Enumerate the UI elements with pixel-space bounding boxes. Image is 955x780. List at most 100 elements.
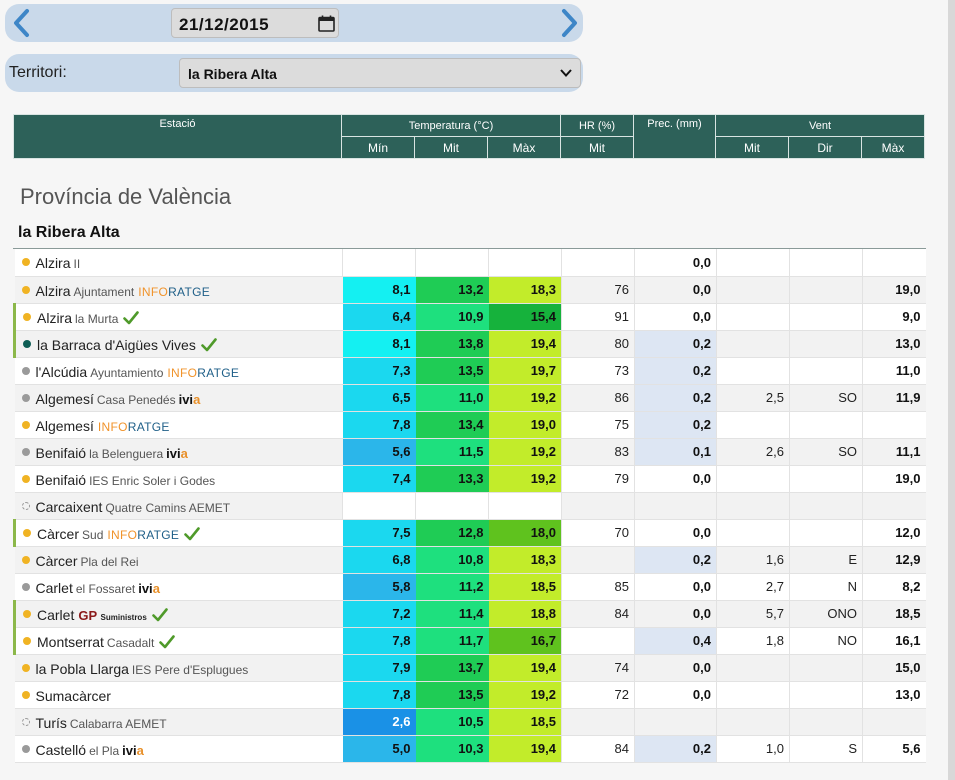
station-cell[interactable]: Carlet el Fossaret ivia xyxy=(14,573,343,601)
temp-mit-cell: 11,5 xyxy=(415,438,489,466)
table-row[interactable]: Sumacàrcer 7,8 13,5 19,2 72 0,0 13,0 xyxy=(14,681,926,709)
station-cell[interactable]: Carcaixent Quatre Camins AEMET xyxy=(14,492,343,520)
precipitation-cell: 0,0 xyxy=(634,654,717,682)
wind-mit-cell: 1,0 xyxy=(716,735,790,763)
humidity-cell xyxy=(561,546,635,574)
humidity-cell: 74 xyxy=(561,654,635,682)
temp-min-cell: 2,6 xyxy=(342,708,416,736)
station-name-group: Carlet el Fossaret ivia xyxy=(36,580,160,596)
table-row[interactable]: Montserrat Casadalt 7,8 11,7 16,7 0,4 1,8 NO 16,… xyxy=(13,627,926,655)
table-row[interactable]: la Barraca d'Aigües Vives 8,1 13,8 19,4 80 0,… xyxy=(13,330,926,358)
station-name-group: Càrcer Pla del Rei xyxy=(36,553,139,569)
temp-min-cell: 6,8 xyxy=(342,546,416,574)
table-header: Estació Temperatura (°C) HR (%) Prec. (m… xyxy=(13,114,925,159)
date-input[interactable]: 21/12/2015 xyxy=(171,8,339,38)
station-cell[interactable]: Montserrat Casadalt xyxy=(13,627,343,655)
header-wind[interactable]: Vent xyxy=(715,114,925,137)
wind-max-cell: 5,6 xyxy=(862,735,926,763)
date-navigation-bar: 21/12/2015 xyxy=(5,4,583,42)
table-row[interactable]: Turís Calabarra AEMET 2,6 10,5 18,5 xyxy=(14,708,926,736)
header-wind-mit[interactable]: Mit xyxy=(715,136,789,159)
station-cell[interactable]: Castelló el Pla ivia xyxy=(14,735,343,763)
header-temp-max[interactable]: Màx xyxy=(487,136,561,159)
station-cell[interactable]: Càrcer Sud INFORATGE xyxy=(13,519,343,547)
station-cell[interactable]: Alzira la Murta xyxy=(13,303,343,331)
humidity-cell: 73 xyxy=(561,357,635,385)
header-hr[interactable]: HR (%) xyxy=(560,114,634,137)
station-name: Càrcer xyxy=(37,525,80,542)
header-hr-mit[interactable]: Mit xyxy=(560,136,634,159)
station-cell[interactable]: Benifaió IES Enric Soler i Godes xyxy=(14,465,343,493)
station-status-dot-icon xyxy=(21,366,30,375)
station-cell[interactable]: Càrcer Pla del Rei xyxy=(14,546,343,574)
station-status-dot-icon xyxy=(21,582,30,591)
table-row[interactable]: Castelló el Pla ivia 5,0 10,3 19,4 84 0,2 1,0 S 5,… xyxy=(14,735,926,763)
station-name: Benifaió xyxy=(35,444,87,461)
wind-dir-cell: SO xyxy=(789,384,863,412)
station-cell[interactable]: Benifaió la Belenguera ivia xyxy=(14,438,343,466)
header-station[interactable]: Estació xyxy=(13,114,342,159)
header-temperature[interactable]: Temperatura (°C) xyxy=(341,114,561,137)
next-day-arrow-icon[interactable] xyxy=(556,8,582,38)
precipitation-cell: 0,2 xyxy=(634,735,717,763)
station-cell[interactable]: Sumacàrcer xyxy=(14,681,343,709)
table-row[interactable]: Càrcer Sud INFORATGE 7,5 12,8 18,0 70 0,0 12,0 xyxy=(13,519,926,547)
previous-day-arrow-icon[interactable] xyxy=(9,8,35,38)
wind-mit-cell xyxy=(716,249,790,277)
station-cell[interactable]: Alzira Ajuntament INFORATGE xyxy=(14,276,343,304)
station-name-group: Sumacàrcer xyxy=(36,688,111,704)
station-cell[interactable]: l'Alcúdia Ayuntamiento INFORATGE xyxy=(14,357,343,385)
gp-suministros-logo: GP Suministros xyxy=(78,607,147,623)
table-row[interactable]: Alzira la Murta 6,4 10,9 15,4 91 0,0 9,0 xyxy=(13,303,926,331)
station-cell[interactable]: la Barraca d'Aigües Vives xyxy=(13,330,343,358)
table-row[interactable]: Càrcer Pla del Rei 6,8 10,8 18,3 0,2 1,6 E 12,9 xyxy=(14,546,926,574)
table-row[interactable]: la Pobla Llarga IES Pere d'Esplugues 7,9 13… xyxy=(14,654,926,682)
temp-max-cell: 19,2 xyxy=(488,438,562,466)
wind-dir-cell: E xyxy=(789,546,863,574)
station-cell[interactable]: Algemesí INFORATGE xyxy=(14,411,343,439)
temp-max-cell: 18,5 xyxy=(488,708,562,736)
table-row[interactable]: Carlet el Fossaret ivia 5,8 11,2 18,5 85 0,0 2,7… xyxy=(14,573,926,601)
checkmark-icon xyxy=(184,526,201,541)
header-wind-dir[interactable]: Dir xyxy=(788,136,862,159)
header-temp-min[interactable]: Mín xyxy=(341,136,415,159)
table-row[interactable]: Alzira Ajuntament INFORATGE 8,1 13,2 18,3 76 0,… xyxy=(14,276,926,304)
header-temp-mit[interactable]: Mit xyxy=(414,136,488,159)
station-cell[interactable]: Carlet GP Suministros xyxy=(13,600,343,628)
station-subname: el Fossaret xyxy=(75,581,136,596)
temp-mit-cell xyxy=(415,249,489,277)
header-precipitation[interactable]: Prec. (mm) xyxy=(633,114,716,159)
territory-bar: Territori: la Ribera Alta xyxy=(5,54,583,92)
table-row[interactable]: Algemesí Casa Penedés ivia 6,5 11,0 19,2 86 0,2… xyxy=(14,384,926,412)
header-wind-max[interactable]: Màx xyxy=(861,136,925,159)
table-row[interactable]: Alzira II 0,0 xyxy=(14,249,926,277)
station-status-dot-icon xyxy=(21,663,30,672)
station-cell[interactable]: Turís Calabarra AEMET xyxy=(14,708,343,736)
wind-dir-cell xyxy=(789,519,863,547)
station-name: Carcaixent xyxy=(35,498,103,515)
station-name: la Pobla Llarga xyxy=(35,660,129,677)
table-row[interactable]: Carcaixent Quatre Camins AEMET xyxy=(14,492,926,520)
station-name-group: Alzira II xyxy=(36,255,81,271)
table-row[interactable]: l'Alcúdia Ayuntamiento INFORATGE 7,3 13,5 19,… xyxy=(14,357,926,385)
calendar-icon[interactable] xyxy=(318,15,335,32)
table-row[interactable]: Benifaió la Belenguera ivia 5,6 11,5 19,2 83 0,… xyxy=(14,438,926,466)
date-value: 21/12/2015 xyxy=(179,15,270,34)
wind-mit-cell: 5,7 xyxy=(716,600,790,628)
station-cell[interactable]: Alzira II xyxy=(14,249,343,277)
table-row[interactable]: Carlet GP Suministros 7,2 11,4 18,8 84 0,0 5,7 O… xyxy=(13,600,926,628)
station-name: Castelló xyxy=(35,741,87,758)
scrollbar[interactable] xyxy=(948,0,955,780)
wind-dir-cell xyxy=(789,249,863,277)
table-row[interactable]: Benifaió IES Enric Soler i Godes 7,4 13,3 19… xyxy=(14,465,926,493)
station-name-group: l'Alcúdia Ayuntamiento INFORATGE xyxy=(36,364,240,380)
wind-mit-cell: 2,6 xyxy=(716,438,790,466)
station-cell[interactable]: la Pobla Llarga IES Pere d'Esplugues xyxy=(14,654,343,682)
station-cell[interactable]: Algemesí Casa Penedés ivia xyxy=(14,384,343,412)
wind-dir-cell xyxy=(789,708,863,736)
wind-max-cell: 16,1 xyxy=(862,627,926,655)
precipitation-cell: 0,2 xyxy=(634,330,717,358)
temp-max-cell: 18,3 xyxy=(488,546,562,574)
territory-select[interactable]: la Ribera Alta xyxy=(179,58,581,88)
table-row[interactable]: Algemesí INFORATGE 7,8 13,4 19,0 75 0,2 xyxy=(14,411,926,439)
